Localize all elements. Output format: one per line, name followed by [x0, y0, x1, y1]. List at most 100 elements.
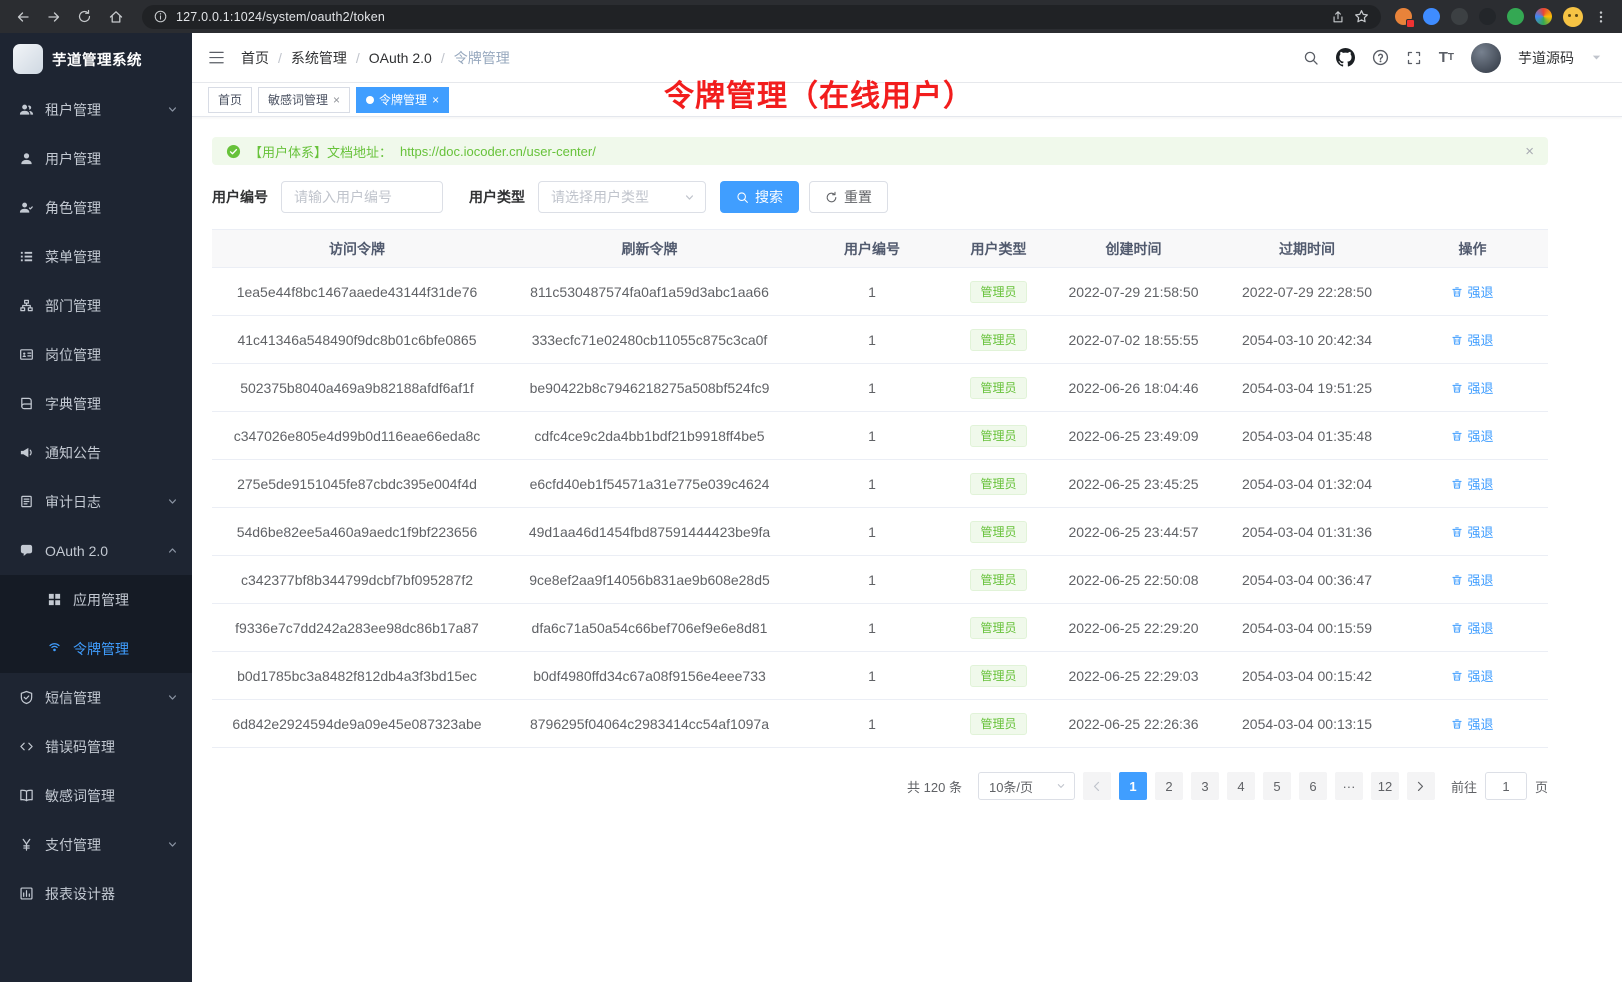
more-pages-button[interactable]: ···: [1335, 772, 1363, 800]
table-row: 6d842e2924594de9a09e45e087323abe 8796295…: [212, 700, 1548, 748]
reset-button[interactable]: 重置: [809, 181, 888, 213]
sidebar-item-pay[interactable]: 支付管理: [0, 820, 192, 869]
extension-icon[interactable]: [1507, 8, 1524, 25]
browser-profile-avatar[interactable]: [1563, 7, 1583, 27]
search-icon[interactable]: [1303, 50, 1319, 66]
prev-page-button[interactable]: [1083, 772, 1111, 800]
table-row: 275e5de9151045fe87cbdc395e004f4d e6cfd40…: [212, 460, 1548, 508]
sidebar-item-dept[interactable]: 部门管理: [0, 281, 192, 330]
trash-icon: [1451, 574, 1463, 586]
force-logout-button[interactable]: 强退: [1451, 474, 1493, 493]
force-logout-button[interactable]: 强退: [1451, 426, 1493, 445]
force-logout-button[interactable]: 强退: [1451, 666, 1493, 685]
user-type-badge: 管理员: [970, 617, 1026, 639]
font-size-icon[interactable]: TT: [1439, 50, 1454, 65]
force-logout-button[interactable]: 强退: [1451, 570, 1493, 589]
user-type-badge: 管理员: [970, 377, 1026, 399]
refresh-icon: [825, 191, 838, 204]
share-icon[interactable]: [1331, 10, 1345, 24]
current-user-name[interactable]: 芋道源码: [1518, 48, 1574, 68]
sidebar-item-oauth[interactable]: OAuth 2.0: [0, 526, 192, 575]
user-id-cell: 1: [797, 508, 947, 556]
fullscreen-icon[interactable]: [1406, 50, 1422, 66]
close-icon[interactable]: ×: [432, 94, 439, 106]
user-id-cell: 1: [797, 700, 947, 748]
breadcrumb-item-home[interactable]: 首页: [241, 48, 269, 68]
table-row: c342377bf8b344799dcbf7bf095287f2 9ce8ef2…: [212, 556, 1548, 604]
page-button-4[interactable]: 4: [1227, 772, 1255, 800]
page-button-1[interactable]: 1: [1119, 772, 1147, 800]
doc-alert: 【用户体系】文档地址： https://doc.iocoder.cn/user-…: [212, 137, 1548, 165]
page-button-2[interactable]: 2: [1155, 772, 1183, 800]
tab-sensitive-word[interactable]: 敏感词管理 ×: [258, 87, 350, 113]
goto-page-input[interactable]: [1485, 772, 1527, 800]
sidebar-item-label: 岗位管理: [45, 345, 178, 365]
extension-icon[interactable]: [1395, 8, 1412, 25]
next-page-button[interactable]: [1407, 772, 1435, 800]
reset-button-label: 重置: [844, 187, 872, 207]
user-avatar[interactable]: [1471, 43, 1501, 73]
page-button-12[interactable]: 12: [1371, 772, 1399, 800]
help-icon[interactable]: [1372, 49, 1389, 66]
bookmark-star-icon[interactable]: [1354, 9, 1369, 24]
page-button-3[interactable]: 3: [1191, 772, 1219, 800]
sidebar-item-user[interactable]: 用户管理: [0, 134, 192, 183]
extension-icon[interactable]: [1423, 8, 1440, 25]
app-logo: [13, 44, 43, 74]
force-logout-label: 强退: [1467, 570, 1493, 589]
sidebar-item-notice[interactable]: 通知公告: [0, 428, 192, 477]
sidebar-item-oauth-apps[interactable]: 应用管理: [0, 575, 192, 624]
force-logout-button[interactable]: 强退: [1451, 330, 1493, 349]
sidebar-item-tenant[interactable]: 租户管理: [0, 85, 192, 134]
home-button[interactable]: [103, 4, 128, 29]
sidebar-item-post[interactable]: 岗位管理: [0, 330, 192, 379]
app-logo-row[interactable]: 芋道管理系统: [0, 33, 192, 85]
page-button-5[interactable]: 5: [1263, 772, 1291, 800]
force-logout-button[interactable]: 强退: [1451, 714, 1493, 733]
back-button[interactable]: [10, 4, 35, 29]
browser-menu-icon[interactable]: [1594, 10, 1608, 24]
trash-icon: [1451, 286, 1463, 298]
caret-down-icon[interactable]: [1591, 52, 1602, 63]
github-icon[interactable]: [1336, 48, 1355, 67]
reload-button[interactable]: [72, 4, 97, 29]
sidebar-item-menu[interactable]: 菜单管理: [0, 232, 192, 281]
close-icon[interactable]: ×: [333, 94, 340, 106]
doc-link[interactable]: https://doc.iocoder.cn/user-center/: [400, 144, 596, 159]
sidebar-item-sensitive-word[interactable]: 敏感词管理: [0, 771, 192, 820]
force-logout-button[interactable]: 强退: [1451, 378, 1493, 397]
extension-icon[interactable]: [1535, 8, 1552, 25]
sidebar-item-role[interactable]: 角色管理: [0, 183, 192, 232]
user-id-input[interactable]: [281, 181, 443, 213]
site-info-icon[interactable]: [154, 10, 167, 23]
address-bar[interactable]: 127.0.0.1:1024/system/oauth2/token: [142, 5, 1381, 29]
force-logout-button[interactable]: 强退: [1451, 618, 1493, 637]
force-logout-button[interactable]: 强退: [1451, 282, 1493, 301]
sidebar-toggle[interactable]: [208, 50, 225, 65]
force-logout-button[interactable]: 强退: [1451, 522, 1493, 541]
sidebar-item-report-designer[interactable]: 报表设计器: [0, 869, 192, 918]
extension-icon[interactable]: [1479, 8, 1496, 25]
breadcrumb-item-oauth[interactable]: OAuth 2.0: [347, 50, 432, 66]
page-size-select[interactable]: 10条/页: [978, 772, 1075, 800]
sidebar-item-dict[interactable]: 字典管理: [0, 379, 192, 428]
tab-token-management[interactable]: 令牌管理 ×: [356, 87, 449, 113]
page-button-6[interactable]: 6: [1299, 772, 1327, 800]
app-title: 芋道管理系统: [52, 49, 142, 70]
forward-button[interactable]: [41, 4, 66, 29]
sidebar-item-audit-log[interactable]: 审计日志: [0, 477, 192, 526]
sidebar-item-errorcode[interactable]: 错误码管理: [0, 722, 192, 771]
extension-badge: [1406, 19, 1415, 28]
sidebar-item-sms[interactable]: 短信管理: [0, 673, 192, 722]
breadcrumb-item-system[interactable]: 系统管理: [269, 48, 347, 68]
table-row: 41c41346a548490f9dc8b01c6bfe0865 333ecfc…: [212, 316, 1548, 364]
action-cell: 强退: [1397, 460, 1548, 508]
user-type-select[interactable]: 请选择用户类型: [538, 181, 706, 213]
tab-home[interactable]: 首页: [208, 87, 252, 113]
search-button[interactable]: 搜索: [720, 181, 799, 213]
sidebar-item-oauth-tokens[interactable]: 令牌管理: [0, 624, 192, 673]
alert-close-icon[interactable]: ×: [1525, 143, 1534, 160]
extension-icon[interactable]: [1451, 8, 1468, 25]
refresh-token-cell: b0df4980ffd34c67a08f9156e4eee733: [502, 652, 797, 700]
annotation-text: 令牌管理（在线用户）: [664, 71, 974, 115]
